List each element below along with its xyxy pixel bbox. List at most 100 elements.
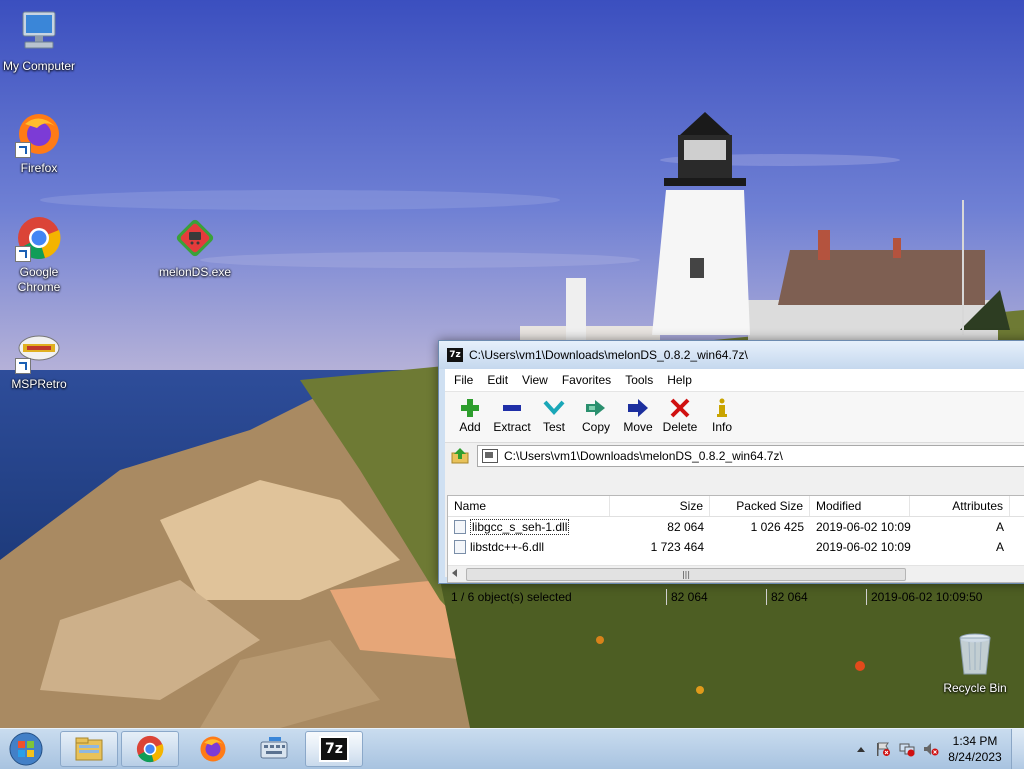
address-text: C:\Users\vm1\Downloads\melonDS_0.8.2_win… <box>504 449 783 463</box>
desktop-icon-recycle-bin[interactable]: Recycle Bin <box>930 630 1020 696</box>
taskbar: 7z 1:34 PM 8/24/2023 <box>0 728 1024 769</box>
shortcut-arrow-icon <box>15 142 31 158</box>
address-row: C:\Users\vm1\Downloads\melonDS_0.8.2_win… <box>445 443 1024 469</box>
file-modified: 2019-06-02 10:09 <box>816 520 911 534</box>
extract-button[interactable]: Extract <box>491 392 533 434</box>
scrollbar-thumb[interactable]: ||| <box>466 568 906 581</box>
show-hidden-icons-button[interactable] <box>857 746 865 752</box>
column-header-size[interactable]: Size <box>610 496 710 516</box>
taskbar-on-screen-keyboard[interactable] <box>245 731 303 767</box>
system-tray: 1:34 PM 8/24/2023 <box>857 729 1024 769</box>
7zip-icon: 7z <box>319 736 349 762</box>
firefox-icon <box>200 736 226 762</box>
archive-icon <box>482 449 498 463</box>
menu-bar: File Edit View Favorites Tools Help <box>445 369 1024 392</box>
desktop-icon-label: Recycle Bin <box>943 681 1007 695</box>
dll-file-icon <box>454 520 466 534</box>
file-size: 82 064 <box>667 520 704 534</box>
desktop-icon-google-chrome[interactable]: Google Chrome <box>0 214 84 295</box>
action-center-flag-icon[interactable] <box>875 741 891 757</box>
desktop-icon-label: Firefox <box>20 161 58 175</box>
desktop-icon-mspretro[interactable]: MSPRetro <box>0 326 84 392</box>
computer-icon <box>15 8 63 56</box>
add-button-label: Add <box>459 420 481 434</box>
taskbar-firefox[interactable] <box>184 731 242 767</box>
column-header-modified[interactable]: Modified <box>810 496 910 516</box>
desktop-icon-label: My Computer <box>2 59 76 73</box>
taskbar-chrome[interactable] <box>121 731 179 767</box>
extract-button-label: Extract <box>493 420 531 434</box>
file-attributes: A <box>995 540 1004 554</box>
folder-up-icon <box>451 448 469 464</box>
clock-time: 1:34 PM <box>952 734 998 748</box>
file-packed-size <box>710 537 810 557</box>
column-header-packed-size[interactable]: Packed Size <box>710 496 810 516</box>
file-attributes: A <box>995 520 1004 534</box>
column-header-name[interactable]: Name <box>448 496 610 516</box>
check-chevron-icon <box>543 400 565 415</box>
menu-view[interactable]: View <box>515 373 555 387</box>
copy-button[interactable]: Copy <box>575 392 617 434</box>
recycle-bin-icon <box>951 630 999 678</box>
menu-help[interactable]: Help <box>660 373 699 387</box>
7zip-icon: 7z <box>447 348 463 362</box>
7zip-window[interactable]: 7z C:\Users\vm1\Downloads\melonDS_0.8.2_… <box>438 340 1024 605</box>
move-button[interactable]: Move <box>617 392 659 434</box>
show-desktop-button[interactable] <box>1011 729 1024 769</box>
file-explorer-icon <box>75 737 103 761</box>
test-button-label: Test <box>542 420 565 434</box>
taskbar-file-explorer[interactable] <box>60 731 118 767</box>
address-field[interactable]: C:\Users\vm1\Downloads\melonDS_0.8.2_win… <box>477 445 1024 467</box>
table-row[interactable]: libgcc_s_seh-1.dll 82 064 1 026 425 2019… <box>448 517 1024 537</box>
minus-icon <box>503 405 521 411</box>
desktop-icon-melonds[interactable]: melonDS.exe <box>150 214 240 280</box>
status-packed-size: 82 064 <box>767 589 867 605</box>
window-client-area: File Edit View Favorites Tools Help Add … <box>445 369 1024 605</box>
toolbar: Add Extract Test Copy Move Delete Info <box>445 392 1024 443</box>
menu-file[interactable]: File <box>447 373 480 387</box>
info-icon <box>717 398 727 417</box>
desktop-icon-label: Google Chrome <box>17 265 61 294</box>
start-button[interactable] <box>4 731 48 767</box>
taskbar-7zip[interactable]: 7z <box>305 731 363 767</box>
column-header-attributes[interactable]: Attributes <box>910 496 1010 516</box>
desktop-icon-firefox[interactable]: Firefox <box>0 110 84 176</box>
scroll-left-arrow-icon[interactable] <box>452 569 457 577</box>
menu-tools[interactable]: Tools <box>618 373 660 387</box>
desktop-icon-label: melonDS.exe <box>158 265 232 279</box>
dll-file-icon <box>454 540 466 554</box>
shortcut-arrow-icon <box>15 358 31 374</box>
melonds-icon <box>171 214 219 262</box>
table-row[interactable]: libstdc++-6.dll 1 723 464 2019-06-02 10:… <box>448 537 1024 557</box>
menu-favorites[interactable]: Favorites <box>555 373 618 387</box>
desktop-icon-label: MSPRetro <box>11 377 67 391</box>
info-button-label: Info <box>711 420 732 434</box>
keyboard-icon <box>260 737 288 759</box>
move-button-label: Move <box>623 420 653 434</box>
start-orb-icon <box>9 732 43 766</box>
x-icon <box>670 398 690 418</box>
clock[interactable]: 1:34 PM 8/24/2023 <box>943 733 1007 765</box>
file-name: libgcc_s_seh-1.dll <box>470 519 570 535</box>
file-list[interactable]: Name Size Packed Size Modified Attribute… <box>447 495 1024 583</box>
desktop-icon-my-computer[interactable]: My Computer <box>0 8 84 74</box>
horizontal-scrollbar[interactable]: ||| <box>448 565 1024 582</box>
file-modified: 2019-06-02 10:09 <box>816 540 911 554</box>
test-button[interactable]: Test <box>533 392 575 434</box>
shortcut-arrow-icon <box>15 246 31 262</box>
file-packed-size: 1 026 425 <box>750 520 804 534</box>
info-button[interactable]: Info <box>701 392 743 434</box>
file-list-header: Name Size Packed Size Modified Attribute… <box>448 496 1024 517</box>
clock-date: 8/24/2023 <box>948 750 1002 764</box>
volume-muted-icon[interactable] <box>923 741 939 757</box>
network-icon[interactable] <box>899 741 915 757</box>
window-title-bar[interactable]: 7z C:\Users\vm1\Downloads\melonDS_0.8.2_… <box>439 341 1024 369</box>
chrome-icon <box>15 214 63 262</box>
file-name: libstdc++-6.dll <box>470 540 545 554</box>
status-modified: 2019-06-02 10:09:50 <box>871 590 983 604</box>
folder-up-button[interactable] <box>449 446 471 466</box>
delete-button[interactable]: Delete <box>659 392 701 434</box>
menu-edit[interactable]: Edit <box>480 373 515 387</box>
add-button[interactable]: Add <box>449 392 491 434</box>
arrow-right-icon <box>628 399 648 417</box>
